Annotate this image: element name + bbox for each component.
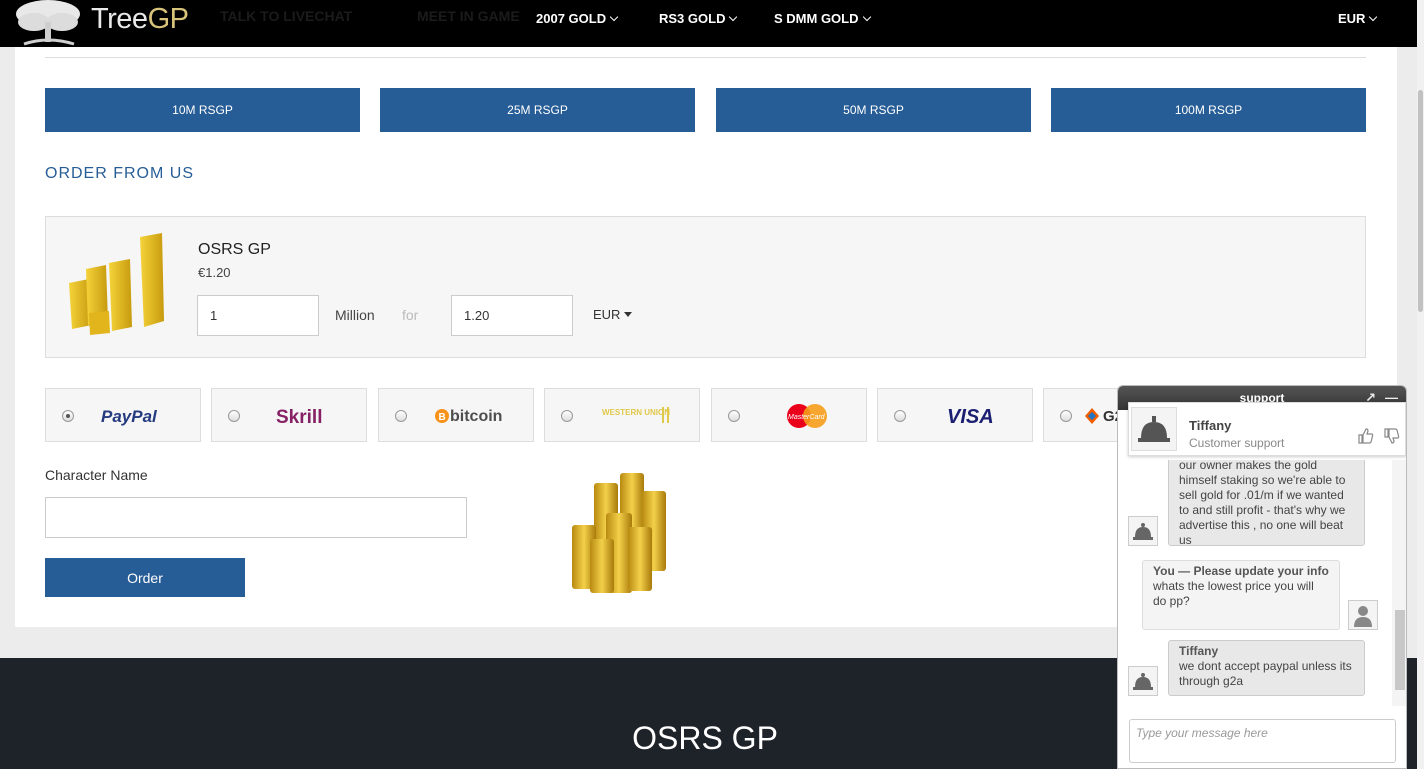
svg-text:B: B [439, 412, 446, 423]
chevron-down-icon [609, 12, 619, 22]
package-10m-button[interactable]: 10M RSGP [45, 88, 360, 132]
tree-logo-icon [16, 0, 80, 46]
payment-bitcoin[interactable]: Bbitcoin [378, 388, 534, 442]
radio-button[interactable] [62, 410, 74, 422]
radio-button[interactable] [1060, 410, 1072, 422]
thumbs-down-icon[interactable] [1383, 427, 1401, 445]
radio-button[interactable] [228, 410, 240, 422]
scrollbar-thumb[interactable] [1418, 90, 1423, 312]
package-25m-button[interactable]: 25M RSGP [380, 88, 695, 132]
nav-dmm-gold[interactable]: S DMM GOLD [774, 11, 871, 26]
agent-bell-icon [1128, 516, 1158, 546]
character-name-label: Character Name [45, 467, 148, 483]
agent-name: Tiffany [1189, 418, 1232, 433]
gold-stacks-image [69, 233, 164, 335]
caret-down-icon [624, 312, 633, 317]
agent-bell-icon [1128, 666, 1158, 696]
user-avatar-icon [1348, 600, 1378, 630]
svg-text:bitcoin: bitcoin [450, 408, 502, 425]
chat-scrollbar[interactable] [1392, 460, 1406, 706]
payment-mastercard[interactable]: MasterCard [711, 388, 867, 442]
nav-currency[interactable]: EUR [1338, 11, 1378, 26]
meet-in-game-link[interactable]: MEET IN GAME [417, 8, 520, 24]
package-50m-button[interactable]: 50M RSGP [716, 88, 1031, 132]
nav-rs3-gold[interactable]: RS3 GOLD [659, 11, 738, 26]
radio-button[interactable] [395, 410, 407, 422]
order-panel: OSRS GP €1.20 1 Million for 1.20 EUR [45, 216, 1366, 358]
svg-text:WESTERN UNION: WESTERN UNION [602, 408, 670, 417]
svg-text:PayPal: PayPal [101, 407, 158, 426]
site-logo[interactable]: TreeGP [14, 0, 194, 47]
chat-message-input[interactable]: Type your message here [1129, 719, 1396, 763]
radio-button[interactable] [561, 410, 573, 422]
order-button[interactable]: Order [45, 558, 245, 597]
mastercard-logo: MasterCard [752, 389, 862, 443]
divider [45, 57, 1366, 58]
bitcoin-logo: Bbitcoin [419, 389, 529, 443]
payment-skrill[interactable]: Skrill [211, 388, 367, 442]
livechat-link[interactable]: TALK TO LIVECHAT [220, 8, 352, 24]
product-price: €1.20 [198, 265, 231, 280]
section-title: ORDER FROM US [45, 165, 194, 182]
payment-visa[interactable]: VISA [877, 388, 1033, 442]
radio-button[interactable] [894, 410, 906, 422]
chevron-down-icon [862, 12, 871, 22]
top-navbar: TreeGP TALK TO LIVECHAT MEET IN GAME 200… [0, 0, 1417, 47]
support-chat-widget: support ↗ — our owner makes the gold him… [1117, 385, 1407, 769]
svg-text:Skrill: Skrill [276, 407, 322, 428]
agent-bell-icon [1131, 407, 1177, 451]
currency-dropdown[interactable]: EUR [593, 307, 633, 322]
brand-name: TreeGP [91, 3, 189, 35]
package-100m-button[interactable]: 100M RSGP [1051, 88, 1366, 132]
svg-text:MasterCard: MasterCard [788, 414, 826, 421]
agent-info-bar: Tiffany Customer support [1128, 402, 1406, 456]
thumbs-up-icon[interactable] [1357, 427, 1375, 445]
agent-message: Tiffany we dont accept paypal unless its … [1168, 640, 1365, 696]
chat-messages: our owner makes the gold himself staking… [1118, 460, 1406, 706]
western-union-logo: WESTERN UNION [585, 389, 695, 443]
price-input[interactable]: 1.20 [451, 295, 573, 336]
radio-button[interactable] [728, 410, 740, 422]
chat-scrollbar-thumb[interactable] [1395, 610, 1405, 690]
svg-text:VISA: VISA [947, 406, 994, 428]
skrill-logo: Skrill [252, 389, 362, 443]
chevron-down-icon [1369, 12, 1378, 22]
amount-unit-label: Million [335, 307, 375, 323]
for-label: for [402, 307, 419, 323]
product-name: OSRS GP [198, 241, 271, 258]
payment-western-union[interactable]: WESTERN UNION [544, 388, 700, 442]
chevron-down-icon [729, 12, 738, 22]
paypal-logo: PayPal [86, 389, 196, 443]
visa-logo: VISA [918, 389, 1028, 443]
agent-message: our owner makes the gold himself staking… [1168, 460, 1365, 547]
nav-2007-gold[interactable]: 2007 GOLD [536, 11, 619, 26]
agent-role: Customer support [1189, 436, 1285, 450]
amount-input[interactable]: 1 [197, 295, 319, 336]
page-scrollbar[interactable] [1417, 0, 1424, 769]
character-name-input[interactable] [45, 497, 467, 538]
gold-coins-image [572, 473, 666, 593]
payment-paypal[interactable]: PayPal [45, 388, 201, 442]
user-message: You — Please update your info whats the l… [1142, 560, 1340, 630]
